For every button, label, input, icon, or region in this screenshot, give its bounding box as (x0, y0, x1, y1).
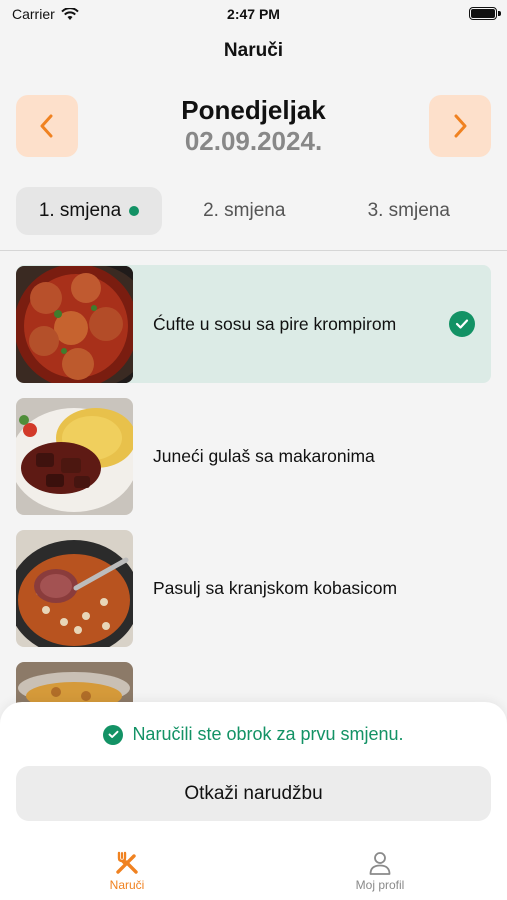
page-title: Naruči (223, 40, 284, 61)
tab-label: 2. smjena (203, 200, 286, 221)
active-indicator-dot (129, 206, 140, 216)
tabbar-label: Naruči (109, 878, 145, 892)
meal-item[interactable]: Juneći gulaš sa makaronima (16, 397, 491, 515)
tabbar-item-profile[interactable]: Moj profil (320, 850, 440, 892)
bean-stew-photo (16, 529, 133, 647)
meal-item[interactable]: Ćufte u sosu sa pire krompirom (16, 265, 491, 383)
goulash-photo (16, 397, 133, 515)
status-time: 2:47 PM (227, 6, 280, 22)
utensils-icon (116, 851, 138, 874)
tabbar-item-order[interactable]: Naruči (67, 850, 187, 892)
check-circle-icon (449, 311, 475, 337)
status-bar: Carrier 2:47 PM (0, 0, 507, 28)
next-day-button[interactable] (429, 95, 491, 157)
tab-label: 1. smjena (38, 200, 122, 221)
tab-shift-2[interactable]: 2. smjena (162, 187, 327, 235)
previous-day-button[interactable] (16, 95, 78, 157)
status-message-text: Naručili ste obrok za prvu smjenu. (132, 724, 404, 744)
check-circle-icon (103, 724, 124, 745)
shift-tabs: 1. smjena 2. smjena 3. smjena (16, 187, 491, 235)
chevron-right-icon (454, 114, 467, 138)
cancel-order-button[interactable]: Otkaži narudžbu (16, 766, 491, 821)
tab-shift-1[interactable]: 1. smjena (16, 187, 162, 235)
tab-label: 3. smjena (367, 200, 450, 221)
screen: Carrier 2:47 PM Naruči Ponedjeljak 02.09… (0, 0, 507, 900)
divider (0, 250, 507, 251)
chevron-left-icon (40, 114, 53, 138)
person-icon (369, 852, 391, 875)
battery-icon (469, 7, 501, 20)
meal-name: Ćufte u sosu sa pire krompirom (153, 313, 397, 334)
meal-item[interactable]: Pasulj sa kranjskom kobasicom (16, 529, 491, 647)
order-status-message: Naručili ste obrok za prvu smjenu. (0, 724, 507, 745)
meal-name: Juneći gulaš sa makaronima (153, 445, 375, 466)
tab-shift-3[interactable]: 3. smjena (327, 187, 492, 235)
meatballs-photo (16, 265, 133, 383)
tabbar-label: Moj profil (355, 878, 405, 892)
meal-name: Pasulj sa kranjskom kobasicom (153, 577, 398, 598)
